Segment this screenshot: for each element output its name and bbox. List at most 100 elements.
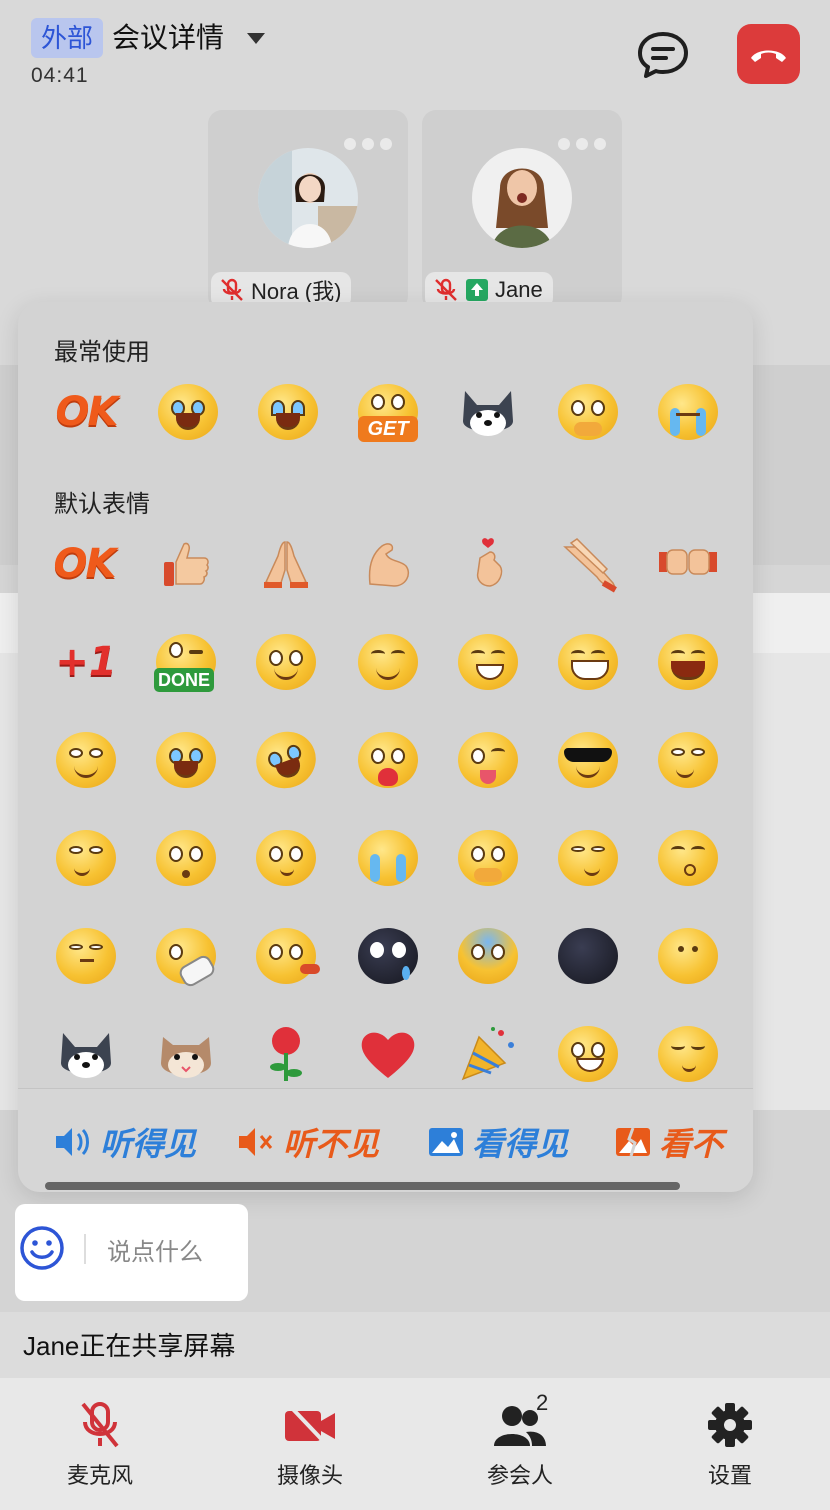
horizontal-scrollbar[interactable] (45, 1182, 680, 1190)
mic-label: 麦克风 (66, 1463, 133, 1488)
divider (84, 1234, 86, 1264)
plus-one-emoji[interactable]: +1 (54, 630, 118, 694)
blush-smile-emoji[interactable] (54, 728, 118, 792)
rofl-emoji[interactable] (156, 380, 220, 444)
mic-muted-icon (221, 278, 243, 301)
image-icon (429, 1128, 463, 1156)
message-input[interactable]: 说点什么 (107, 1232, 203, 1267)
avatar (258, 148, 358, 248)
get-emoji[interactable]: GET (356, 380, 420, 444)
heart-emoji[interactable] (356, 1022, 420, 1086)
camera-label: 摄像头 (276, 1463, 343, 1488)
touched-emoji[interactable] (556, 380, 620, 444)
thumbs-up-emoji[interactable] (154, 532, 218, 596)
joy-emoji[interactable] (154, 728, 218, 792)
grin-emoji[interactable] (456, 630, 520, 694)
sticker-label: 听得见 (100, 1126, 197, 1162)
section-title-default: 默认表情 (54, 491, 150, 518)
tongue-wink-emoji[interactable] (456, 728, 520, 792)
ok-emoji[interactable]: OK (52, 532, 117, 596)
shy-emoji[interactable] (656, 1022, 720, 1086)
vomit-emoji[interactable] (254, 924, 320, 988)
done-emoji[interactable]: DONE (154, 630, 218, 694)
sunglasses-emoji[interactable] (556, 728, 620, 792)
party-popper-emoji[interactable] (456, 1022, 520, 1086)
rose-emoji[interactable] (254, 1022, 318, 1086)
big-grin-emoji[interactable] (556, 630, 620, 694)
sticker-label: 看不 (659, 1126, 724, 1162)
smirk-emoji[interactable] (556, 826, 620, 890)
laugh-emoji[interactable] (656, 630, 720, 694)
meeting-timer: 04:41 (31, 64, 89, 87)
external-tag: 外部 (31, 18, 104, 58)
kiss-emoji[interactable] (656, 826, 720, 890)
finger-heart-emoji[interactable] (456, 532, 520, 596)
broken-image-icon (616, 1127, 650, 1157)
sticker-cannot-see[interactable]: 看不 (615, 1119, 723, 1165)
rofl-emoji[interactable] (248, 723, 324, 797)
grin-teeth-emoji[interactable] (556, 1022, 620, 1086)
settings-button[interactable]: 设置 (660, 1398, 800, 1490)
meeting-title[interactable]: 会议详情 (112, 18, 224, 58)
crying-emoji[interactable] (656, 380, 720, 444)
screen-share-status: Jane正在共享屏幕 (23, 1331, 236, 1361)
screen-share-icon (466, 279, 488, 301)
drool-emoji[interactable] (154, 826, 218, 890)
participant-name: Jane (495, 277, 543, 302)
cat-emoji[interactable] (154, 1022, 218, 1086)
message-composer[interactable]: 说点什么 (15, 1204, 248, 1301)
more-options-icon[interactable] (558, 138, 606, 150)
think-emoji[interactable] (254, 826, 318, 890)
heart-hug-emoji[interactable] (356, 728, 420, 792)
speaker-mute-icon (239, 1128, 273, 1156)
joy-emoji[interactable] (256, 380, 320, 444)
participants-count-badge: 2 (536, 1390, 549, 1415)
clap-emoji[interactable] (556, 532, 620, 596)
emoji-panel: 最常使用 OK GET 默认表情 OK +1 DONE 听得见 听不见 看得见 … (18, 302, 753, 1192)
smile-emoji[interactable] (356, 630, 420, 694)
participant-tile-nora[interactable]: Nora (我) (208, 110, 408, 310)
hang-up-button[interactable] (737, 24, 800, 84)
sticker-cannot-hear[interactable]: 听不见 (237, 1119, 379, 1165)
avatar (472, 148, 572, 248)
chat-button[interactable] (636, 30, 690, 80)
mic-button[interactable]: 麦克风 (30, 1398, 170, 1490)
ok-emoji[interactable]: OK (54, 380, 119, 444)
participant-tile-jane[interactable]: Jane (422, 110, 622, 310)
facepalm-shoe-emoji[interactable] (154, 924, 218, 990)
smiley-icon (20, 1226, 64, 1270)
sticker-label: 看得见 (472, 1126, 569, 1162)
speaker-icon (56, 1128, 89, 1156)
sticker-label: 听不见 (283, 1126, 380, 1162)
camera-off-icon (285, 1403, 335, 1447)
meeting-header: 外部 会议详情 04:41 (0, 0, 830, 110)
sticker-can-hear[interactable]: 听得见 (54, 1119, 196, 1165)
pray-emoji[interactable] (254, 532, 318, 596)
camera-button[interactable]: 摄像头 (240, 1398, 380, 1490)
black-cry-emoji[interactable] (356, 924, 420, 988)
smirk-sparkle-emoji[interactable] (656, 728, 720, 792)
participants-button[interactable]: 2 参会人 (450, 1390, 590, 1490)
sticker-can-see[interactable]: 看得见 (428, 1119, 568, 1165)
husky-emoji[interactable] (456, 380, 520, 444)
moon-smile-emoji[interactable] (656, 924, 720, 988)
emoji-toggle-button[interactable] (18, 1224, 66, 1277)
mic-muted-icon (81, 1402, 119, 1448)
mic-muted-icon (435, 278, 457, 301)
thinking-smirk-emoji[interactable] (54, 826, 118, 890)
smile-eyes-emoji[interactable] (254, 630, 318, 694)
gear-icon (708, 1403, 752, 1447)
crying-emoji[interactable] (356, 826, 420, 890)
fist-bump-emoji[interactable] (656, 532, 720, 596)
participants-label: 参会人 (486, 1463, 553, 1488)
more-options-icon[interactable] (344, 138, 392, 150)
touched-emoji[interactable] (456, 826, 520, 890)
husky-emoji[interactable] (54, 1022, 118, 1086)
muscle-emoji[interactable] (356, 532, 420, 596)
phone-hangup-icon (751, 50, 786, 62)
chevron-down-icon[interactable] (247, 33, 265, 44)
sweat-cool-emoji[interactable] (456, 924, 520, 988)
section-title-frequent: 最常使用 (54, 339, 150, 366)
annoyed-emoji[interactable] (54, 924, 118, 988)
dark-ball-emoji[interactable] (556, 924, 620, 988)
